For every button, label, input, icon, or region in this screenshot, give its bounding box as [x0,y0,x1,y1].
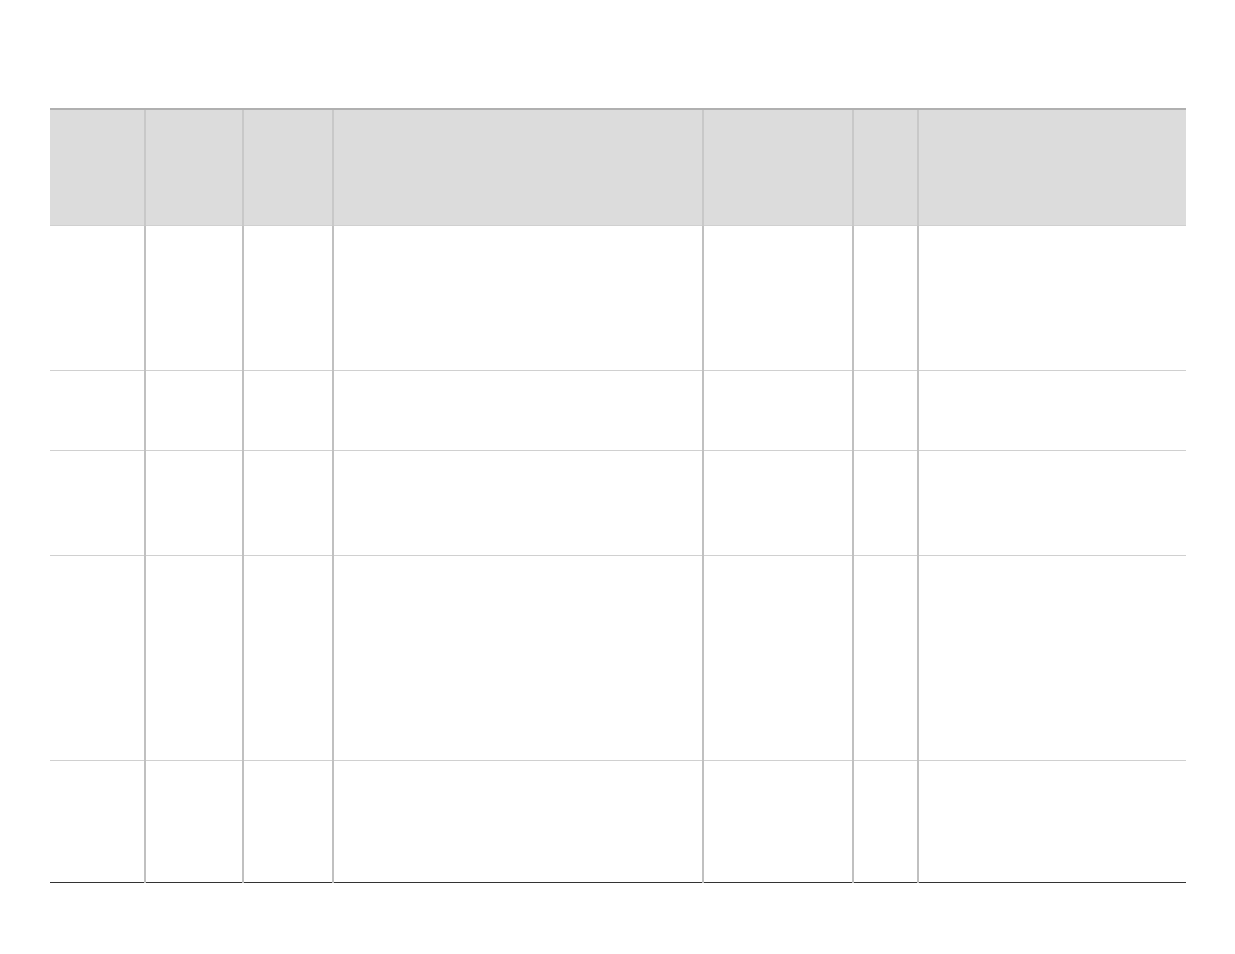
table-cell [853,760,918,882]
table-cell [703,450,853,555]
table-header-cell [50,110,145,225]
table-cell [333,555,703,760]
table-cell [145,450,243,555]
table-cell [243,225,333,370]
table-cell [918,370,1186,450]
table-cell [853,450,918,555]
table-cell [703,760,853,882]
table-row [50,450,1186,555]
table-cell [145,225,243,370]
table-header-cell [853,110,918,225]
table-row [50,370,1186,450]
table-cell [50,555,145,760]
table-cell [243,760,333,882]
table-cell [243,370,333,450]
table-cell [853,370,918,450]
table-cell [333,760,703,882]
data-table [50,108,1186,883]
table-cell [333,450,703,555]
table-cell [333,225,703,370]
table-cell [333,370,703,450]
table-cell [853,555,918,760]
table-cell [50,450,145,555]
table-cell [50,760,145,882]
table-header-cell [918,110,1186,225]
table-cell [50,370,145,450]
table-cell [918,555,1186,760]
table-header-cell [703,110,853,225]
table-cell [50,225,145,370]
table-cell [145,370,243,450]
table-row [50,225,1186,370]
table-cell [243,555,333,760]
table-cell [145,760,243,882]
table-cell [703,370,853,450]
table-header-cell [243,110,333,225]
table-row [50,555,1186,760]
table-cell [703,225,853,370]
table-cell [918,760,1186,882]
table-cell [145,555,243,760]
table-cell [918,450,1186,555]
table-cell [918,225,1186,370]
table-header-cell [145,110,243,225]
table-cell [853,225,918,370]
table-header-row [50,110,1186,225]
table-header-cell [333,110,703,225]
table-cell [703,555,853,760]
table [50,110,1186,883]
table-cell [243,450,333,555]
table-row [50,760,1186,882]
